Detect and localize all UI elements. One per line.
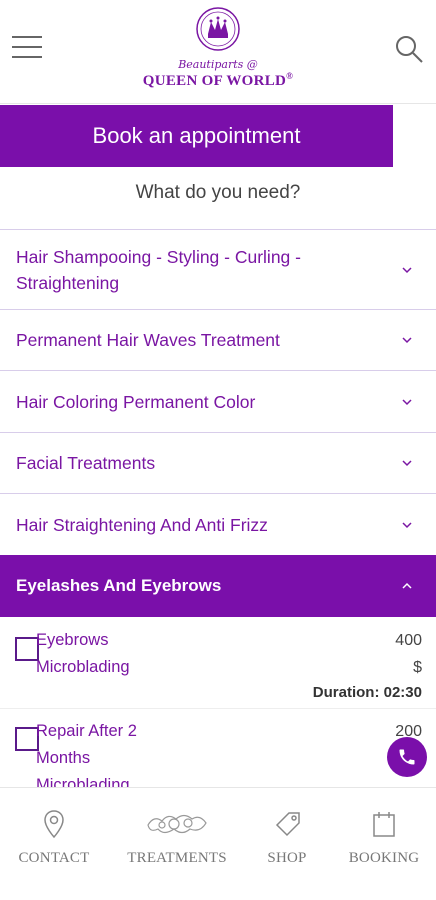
nav-shop[interactable]: SHOP [256, 806, 318, 867]
menu-icon[interactable] [12, 36, 42, 60]
chevron-down-icon [402, 460, 412, 467]
category-label: Hair Coloring Permanent Color [16, 391, 256, 412]
category-hair-straightening[interactable]: Hair Straightening And Anti Frizz [0, 493, 436, 555]
phone-icon [399, 749, 415, 765]
chevron-down-icon [402, 337, 412, 344]
divider [0, 708, 436, 709]
location-pin-icon [44, 810, 64, 839]
category-label: Hair Straightening And Anti Frizz [16, 514, 268, 535]
search-icon[interactable] [394, 34, 424, 64]
logo-emblem-icon [196, 7, 240, 51]
service-price: 400 $ [395, 632, 422, 676]
nav-label: BOOKING [348, 850, 420, 866]
category-label: Facial Treatments [16, 453, 156, 473]
category-hair-shampooing[interactable]: Hair Shampooing - Styling - Curling - St… [0, 229, 436, 309]
treatments-icon [147, 814, 207, 834]
nav-treatments[interactable]: TREATMENTS [126, 806, 228, 867]
section-prompt: What do you need? [135, 182, 301, 203]
service-name: Eyebrows Microblading [36, 631, 130, 676]
category-label: Permanent Hair Waves Treatment [16, 330, 280, 350]
chevron-up-icon [402, 582, 412, 589]
category-permanent-waves[interactable]: Permanent Hair Waves Treatment [0, 309, 436, 370]
logo-tagline: Beautiparts @ [178, 58, 258, 71]
call-button[interactable] [387, 737, 427, 777]
service-name: Repair After 2 Months Microblading [36, 722, 137, 787]
calendar-icon [373, 812, 395, 837]
nav-booking[interactable]: BOOKING [344, 806, 424, 867]
service-row: Eyebrows Microblading 400 $ Duration: 02… [0, 627, 436, 709]
nav-label: TREATMENTS [127, 850, 227, 866]
site-header: Beautiparts @ QUEEN OF WORLD® [0, 0, 436, 104]
category-eyelashes-eyebrows[interactable]: Eyelashes And Eyebrows [0, 555, 436, 617]
nav-contact[interactable]: CONTACT [14, 806, 94, 867]
site-logo[interactable]: Beautiparts @ QUEEN OF WORLD® [118, 6, 318, 98]
book-appointment-button[interactable]: Book an appointment [0, 105, 393, 167]
tag-icon [275, 812, 300, 837]
service-row: Repair After 2 Months Microblading 200 [0, 718, 436, 787]
nav-label: SHOP [267, 850, 307, 866]
chevron-down-icon [402, 521, 412, 528]
nav-label: CONTACT [18, 850, 90, 866]
category-facial-treatments[interactable]: Facial Treatments [0, 432, 436, 493]
category-label: Eyelashes And Eyebrows [16, 576, 222, 595]
service-duration: Duration: 02:30 [312, 684, 422, 701]
logo-name: QUEEN OF WORLD® [142, 71, 294, 89]
category-label: Hair Shampooing - Styling - Curling - St… [16, 246, 301, 293]
chevron-down-icon [402, 266, 412, 273]
category-hair-coloring[interactable]: Hair Coloring Permanent Color [0, 370, 436, 432]
chevron-down-icon [402, 398, 412, 405]
bottom-navigation: CONTACT TREATMENTS SHOP BOOKING [0, 787, 436, 900]
